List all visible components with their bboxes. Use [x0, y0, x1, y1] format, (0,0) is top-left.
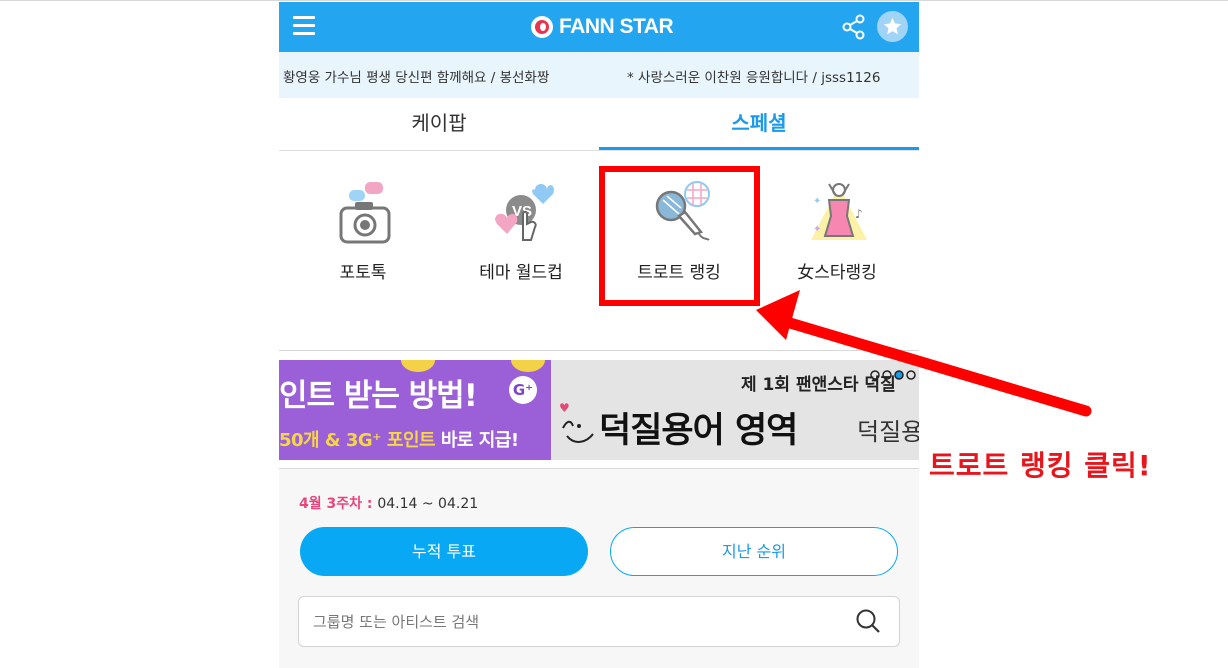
annotation-text: 트로트 랭킹 클릭!	[929, 449, 1152, 482]
pointer-arrow-icon	[756, 290, 1092, 417]
